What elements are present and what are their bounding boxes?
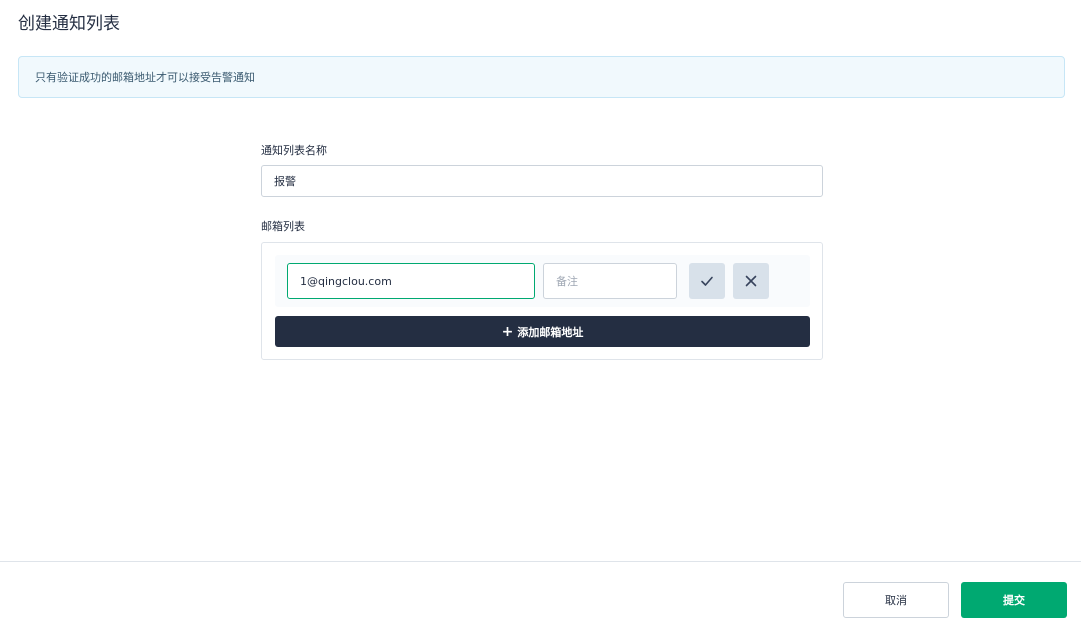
email-list-container: + 添加邮箱地址: [261, 242, 823, 360]
alert-message: 只有验证成功的邮箱地址才可以接受告警通知: [35, 71, 255, 84]
confirm-email-button[interactable]: [689, 263, 725, 299]
close-icon: [745, 275, 757, 287]
plus-icon: +: [501, 323, 514, 340]
page-title: 创建通知列表: [18, 14, 120, 34]
add-email-label: 添加邮箱地址: [517, 325, 584, 339]
remove-email-button[interactable]: [733, 263, 769, 299]
email-row: [275, 255, 810, 307]
email-note-input[interactable]: [543, 263, 677, 299]
email-address-input[interactable]: [287, 263, 535, 299]
list-name-input[interactable]: [261, 165, 823, 197]
email-list-label: 邮箱列表: [261, 220, 305, 233]
footer-divider: [0, 561, 1081, 562]
check-icon: [701, 276, 713, 286]
add-email-button[interactable]: + 添加邮箱地址: [275, 316, 810, 347]
list-name-label: 通知列表名称: [261, 144, 327, 157]
info-alert: 只有验证成功的邮箱地址才可以接受告警通知: [18, 56, 1065, 98]
cancel-button[interactable]: 取消: [843, 582, 949, 618]
create-notification-list-dialog: 创建通知列表 只有验证成功的邮箱地址才可以接受告警通知 通知列表名称 邮箱列表 …: [0, 0, 1081, 632]
submit-button[interactable]: 提交: [961, 582, 1067, 618]
